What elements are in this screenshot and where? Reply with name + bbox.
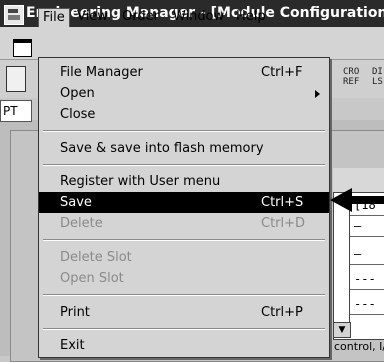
menu-help[interactable]: Help [236,8,266,26]
toolbar-label-di-text: DI [372,67,383,77]
menu-item-save-flash[interactable]: Save & save into flash memory [39,138,329,159]
menu-order[interactable]: Order [122,8,159,26]
document-icon[interactable] [13,39,32,57]
menu-item-label: Save & save into flash memory [60,141,264,156]
menu-bar [0,27,384,60]
menu-item-shortcut: Ctrl+S [261,195,304,210]
menu-item-label: Open [60,86,95,101]
toolbar-label-di[interactable]: DI LS [372,67,383,87]
menu-item-exit[interactable]: Exit [39,335,329,356]
menu-item-print[interactable]: Print Ctrl+P [39,302,329,323]
toolbar-button[interactable] [6,66,26,92]
menu-window[interactable]: Window [173,8,224,26]
menu-item-open-slot[interactable]: Open Slot [39,268,329,289]
toolbar-label-ref-text: REF [343,77,360,87]
menu-item-label: Delete Slot [60,250,132,265]
menu-item-file-manager[interactable]: File Manager Ctrl+F [39,62,329,83]
scroll-down-button[interactable]: ▼ [333,322,351,338]
grid-cell[interactable]: --- [350,269,384,290]
toolbar-label-cro-text: CRO [343,67,360,77]
menu-item-label: Delete [60,216,103,231]
menu-item-shortcut: Ctrl+D [261,216,306,231]
toolbar-label-cro[interactable]: CRO REF [343,67,359,87]
menu-item-register-user-menu[interactable]: Register with User menu [39,171,329,192]
menu-separator [43,239,325,241]
menu-separator [43,130,325,132]
menu-item-label: Register with User menu [60,174,221,189]
menu-item-open[interactable]: Open [39,83,329,104]
menu-separator [43,164,325,166]
menu-item-label: Exit [60,338,85,353]
menu-item-label: Close [60,107,96,122]
menu-item-shortcut: Ctrl+P [261,305,303,320]
menu-item-save[interactable]: Save Ctrl+S [39,192,329,213]
file-menu-dropdown: File Manager Ctrl+F Open Close Save & sa… [38,57,330,358]
menu-item-label: Save [60,195,92,210]
menu-item-shortcut: Ctrl+F [261,65,303,80]
status-text: control, I/ [334,340,384,353]
app-icon[interactable] [4,5,24,25]
grid-cell[interactable]: --- [350,294,384,315]
menu-separator [43,328,325,330]
menu-separator [43,294,325,296]
menu-item-close[interactable]: Close [39,104,329,125]
grid-cell[interactable]: – [350,244,384,265]
toolbar-label-ls-text: LS [372,77,383,87]
submenu-arrow-icon [315,90,320,98]
menu-item-label: File Manager [60,65,143,80]
menu-view[interactable]: View [77,8,108,26]
callout-arrow-icon [330,188,384,212]
menu-item-delete[interactable]: Delete Ctrl+D [39,213,329,234]
menu-item-label: Open Slot [60,271,124,286]
menu-item-delete-slot[interactable]: Delete Slot [39,247,329,268]
menu-item-label: Print [60,305,90,320]
menu-file[interactable]: File [38,8,70,27]
grid-cell[interactable]: – [350,216,384,237]
tab-pt[interactable]: PT [0,100,32,122]
